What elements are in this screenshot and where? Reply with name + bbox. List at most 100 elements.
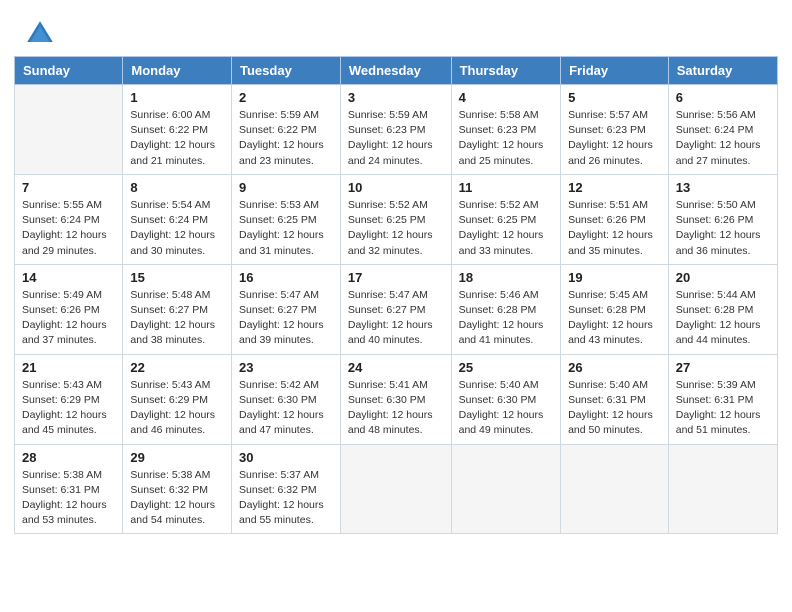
- sunrise-text: Sunrise: 5:47 AM: [239, 288, 333, 303]
- day-number: 11: [459, 180, 553, 195]
- cell-text: Sunrise: 5:57 AMSunset: 6:23 PMDaylight:…: [568, 108, 661, 169]
- sunrise-text: Sunrise: 5:38 AM: [130, 468, 224, 483]
- calendar-week-row: 7 Sunrise: 5:55 AMSunset: 6:24 PMDaylight…: [15, 174, 778, 264]
- calendar-cell: 16 Sunrise: 5:47 AMSunset: 6:27 PMDayligh…: [232, 264, 341, 354]
- day-header-sunday: Sunday: [15, 57, 123, 85]
- cell-text: Sunrise: 5:47 AMSunset: 6:27 PMDaylight:…: [348, 288, 444, 349]
- sunrise-text: Sunrise: 5:57 AM: [568, 108, 661, 123]
- cell-text: Sunrise: 5:41 AMSunset: 6:30 PMDaylight:…: [348, 378, 444, 439]
- calendar-cell: [561, 444, 669, 534]
- daylight-text: Daylight: 12 hours and 55 minutes.: [239, 498, 333, 528]
- calendar-cell: 13 Sunrise: 5:50 AMSunset: 6:26 PMDayligh…: [668, 174, 777, 264]
- cell-text: Sunrise: 5:38 AMSunset: 6:32 PMDaylight:…: [130, 468, 224, 529]
- daylight-text: Daylight: 12 hours and 37 minutes.: [22, 318, 115, 348]
- daylight-text: Daylight: 12 hours and 30 minutes.: [130, 228, 224, 258]
- sunrise-text: Sunrise: 5:52 AM: [459, 198, 553, 213]
- sunset-text: Sunset: 6:29 PM: [22, 393, 115, 408]
- daylight-text: Daylight: 12 hours and 23 minutes.: [239, 138, 333, 168]
- calendar-cell: 10Sunrise: 5:52 AMSunset: 6:25 PMDayligh…: [340, 174, 451, 264]
- day-number: 13: [676, 180, 770, 195]
- day-number: 2: [239, 90, 333, 105]
- sunset-text: Sunset: 6:32 PM: [130, 483, 224, 498]
- sunrise-text: Sunrise: 5:40 AM: [568, 378, 661, 393]
- cell-text: Sunrise: 5:59 AMSunset: 6:23 PMDaylight:…: [348, 108, 444, 169]
- calendar-cell: 18Sunrise: 5:46 AMSunset: 6:28 PMDayligh…: [451, 264, 560, 354]
- sunset-text: Sunset: 6:23 PM: [568, 123, 661, 138]
- day-number: 23: [239, 360, 333, 375]
- calendar-cell: 26 Sunrise: 5:40 AMSunset: 6:31 PMDayligh…: [561, 354, 669, 444]
- daylight-text: Daylight: 12 hours and 50 minutes.: [568, 408, 661, 438]
- day-number: 16: [239, 270, 333, 285]
- cell-text: Sunrise: 5:46 AMSunset: 6:28 PMDaylight:…: [459, 288, 553, 349]
- day-number: 24: [348, 360, 444, 375]
- calendar-cell: 17Sunrise: 5:47 AMSunset: 6:27 PMDayligh…: [340, 264, 451, 354]
- sunset-text: Sunset: 6:24 PM: [130, 213, 224, 228]
- sunrise-text: Sunrise: 5:58 AM: [459, 108, 553, 123]
- sunset-text: Sunset: 6:23 PM: [348, 123, 444, 138]
- sunset-text: Sunset: 6:28 PM: [568, 303, 661, 318]
- calendar-cell: 15Sunrise: 5:48 AMSunset: 6:27 PMDayligh…: [123, 264, 232, 354]
- cell-text: Sunrise: 5:39 AMSunset: 6:31 PMDaylight:…: [676, 378, 770, 439]
- calendar-cell: 30 Sunrise: 5:37 AMSunset: 6:32 PMDayligh…: [232, 444, 341, 534]
- cell-text: Sunrise: 5:50 AMSunset: 6:26 PMDaylight:…: [676, 198, 770, 259]
- daylight-text: Daylight: 12 hours and 38 minutes.: [130, 318, 224, 348]
- calendar-cell: 19Sunrise: 5:45 AMSunset: 6:28 PMDayligh…: [561, 264, 669, 354]
- sunrise-text: Sunrise: 5:52 AM: [348, 198, 444, 213]
- sunset-text: Sunset: 6:31 PM: [22, 483, 115, 498]
- sunset-text: Sunset: 6:26 PM: [22, 303, 115, 318]
- daylight-text: Daylight: 12 hours and 24 minutes.: [348, 138, 444, 168]
- cell-text: Sunrise: 6:00 AMSunset: 6:22 PMDaylight:…: [130, 108, 224, 169]
- sunset-text: Sunset: 6:29 PM: [130, 393, 224, 408]
- sunrise-text: Sunrise: 5:54 AM: [130, 198, 224, 213]
- sunset-text: Sunset: 6:22 PM: [130, 123, 224, 138]
- daylight-text: Daylight: 12 hours and 46 minutes.: [130, 408, 224, 438]
- daylight-text: Daylight: 12 hours and 26 minutes.: [568, 138, 661, 168]
- day-number: 25: [459, 360, 553, 375]
- daylight-text: Daylight: 12 hours and 48 minutes.: [348, 408, 444, 438]
- day-number: 12: [568, 180, 661, 195]
- cell-text: Sunrise: 5:52 AMSunset: 6:25 PMDaylight:…: [459, 198, 553, 259]
- sunset-text: Sunset: 6:25 PM: [239, 213, 333, 228]
- day-number: 30: [239, 450, 333, 465]
- calendar-cell: 23Sunrise: 5:42 AMSunset: 6:30 PMDayligh…: [232, 354, 341, 444]
- cell-text: Sunrise: 5:56 AMSunset: 6:24 PMDaylight:…: [676, 108, 770, 169]
- day-number: 10: [348, 180, 444, 195]
- sunset-text: Sunset: 6:24 PM: [22, 213, 115, 228]
- cell-text: Sunrise: 5:47 AMSunset: 6:27 PMDaylight:…: [239, 288, 333, 349]
- sunrise-text: Sunrise: 5:39 AM: [676, 378, 770, 393]
- day-number: 26: [568, 360, 661, 375]
- daylight-text: Daylight: 12 hours and 43 minutes.: [568, 318, 661, 348]
- day-header-saturday: Saturday: [668, 57, 777, 85]
- sunrise-text: Sunrise: 5:38 AM: [22, 468, 115, 483]
- daylight-text: Daylight: 12 hours and 49 minutes.: [459, 408, 553, 438]
- sunset-text: Sunset: 6:30 PM: [348, 393, 444, 408]
- daylight-text: Daylight: 12 hours and 39 minutes.: [239, 318, 333, 348]
- calendar-cell: 22Sunrise: 5:43 AMSunset: 6:29 PMDayligh…: [123, 354, 232, 444]
- day-header-thursday: Thursday: [451, 57, 560, 85]
- sunrise-text: Sunrise: 5:49 AM: [22, 288, 115, 303]
- calendar-week-row: 14Sunrise: 5:49 AMSunset: 6:26 PMDayligh…: [15, 264, 778, 354]
- sunrise-text: Sunrise: 5:51 AM: [568, 198, 661, 213]
- cell-text: Sunrise: 5:55 AMSunset: 6:24 PMDaylight:…: [22, 198, 115, 259]
- sunset-text: Sunset: 6:31 PM: [568, 393, 661, 408]
- daylight-text: Daylight: 12 hours and 36 minutes.: [676, 228, 770, 258]
- day-number: 9: [239, 180, 333, 195]
- day-number: 14: [22, 270, 115, 285]
- sunrise-text: Sunrise: 5:59 AM: [239, 108, 333, 123]
- cell-text: Sunrise: 5:38 AMSunset: 6:31 PMDaylight:…: [22, 468, 115, 529]
- sunset-text: Sunset: 6:30 PM: [239, 393, 333, 408]
- sunset-text: Sunset: 6:32 PM: [239, 483, 333, 498]
- calendar-cell: 20Sunrise: 5:44 AMSunset: 6:28 PMDayligh…: [668, 264, 777, 354]
- calendar-cell: 9Sunrise: 5:53 AMSunset: 6:25 PMDaylight…: [232, 174, 341, 264]
- daylight-text: Daylight: 12 hours and 32 minutes.: [348, 228, 444, 258]
- sunrise-text: Sunrise: 5:37 AM: [239, 468, 333, 483]
- daylight-text: Daylight: 12 hours and 41 minutes.: [459, 318, 553, 348]
- sunrise-text: Sunrise: 5:47 AM: [348, 288, 444, 303]
- sunset-text: Sunset: 6:30 PM: [459, 393, 553, 408]
- sunrise-text: Sunrise: 5:40 AM: [459, 378, 553, 393]
- sunrise-text: Sunrise: 5:43 AM: [130, 378, 224, 393]
- day-number: 7: [22, 180, 115, 195]
- day-number: 27: [676, 360, 770, 375]
- cell-text: Sunrise: 5:43 AMSunset: 6:29 PMDaylight:…: [130, 378, 224, 439]
- calendar-cell: [668, 444, 777, 534]
